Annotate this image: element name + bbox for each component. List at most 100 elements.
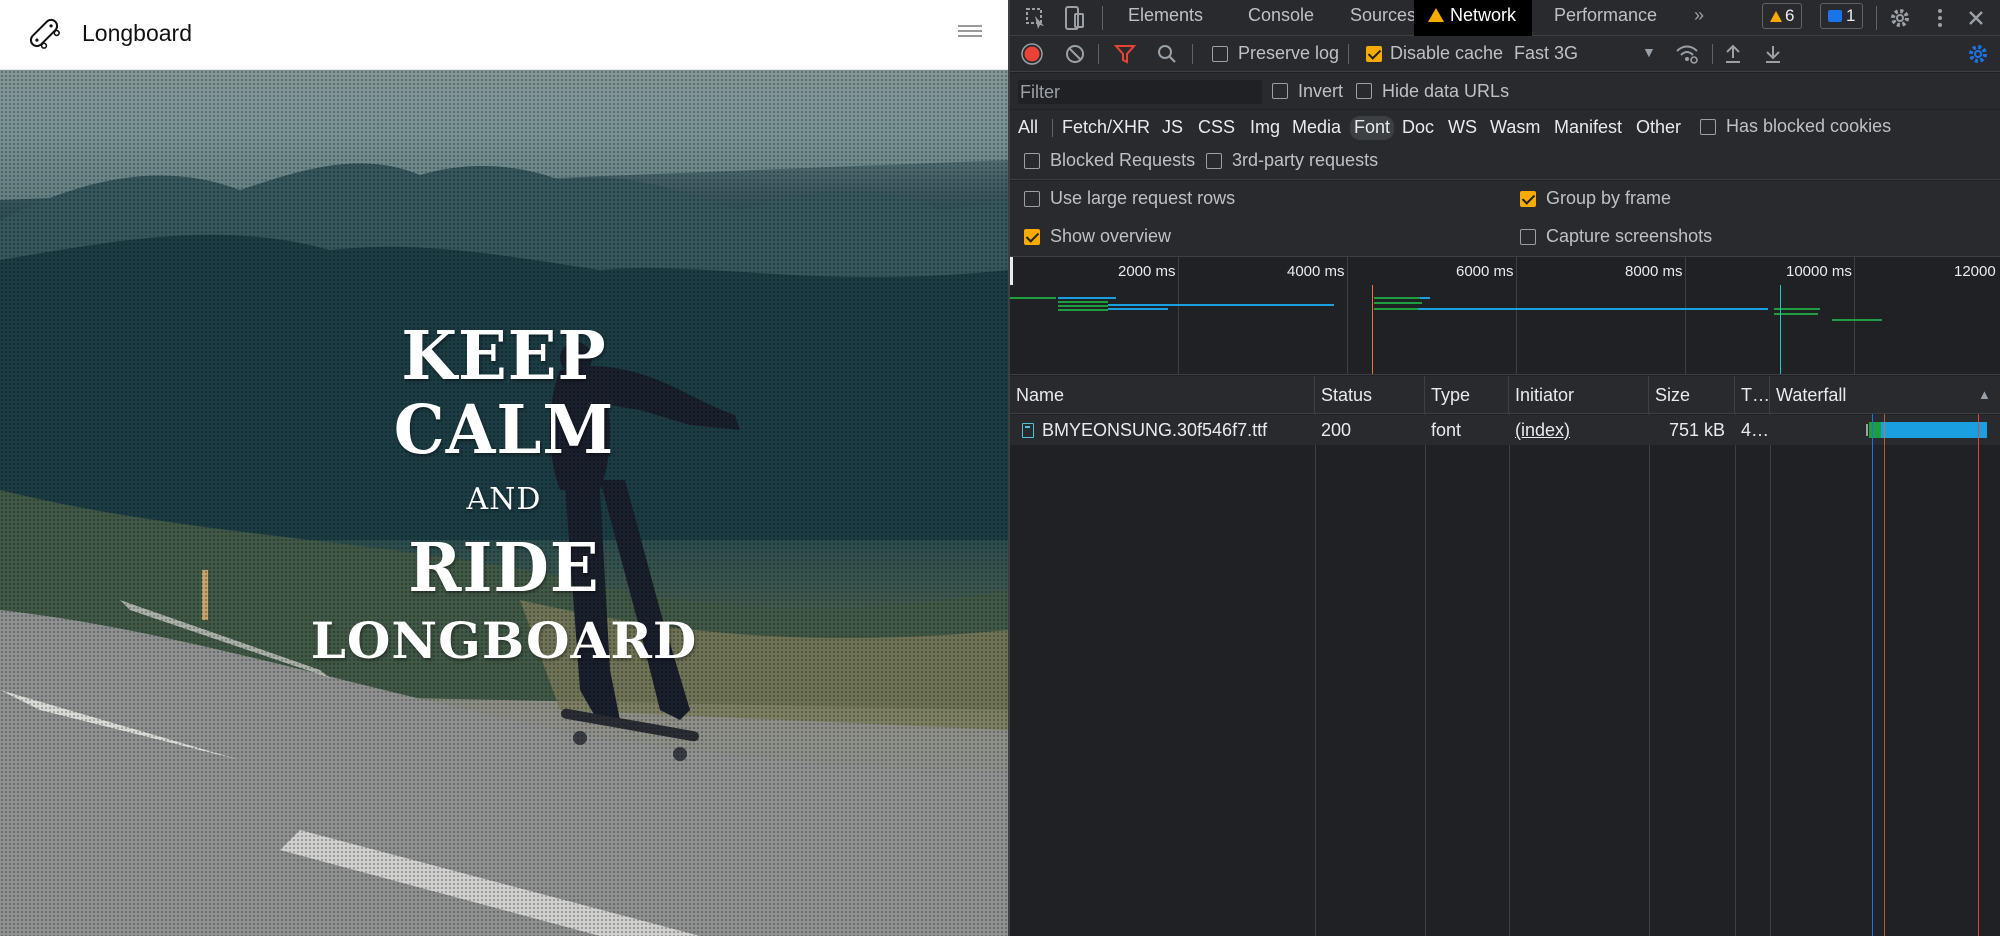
warnings-badge[interactable]: 6 bbox=[1762, 3, 1803, 29]
type-ws[interactable]: WS bbox=[1444, 116, 1481, 140]
import-har-upload-icon[interactable] bbox=[1722, 42, 1744, 66]
device-toolbar-icon[interactable] bbox=[1060, 4, 1088, 32]
record-stop-icon[interactable] bbox=[1020, 42, 1044, 66]
tick-10000: 10000 ms bbox=[1786, 263, 1852, 280]
tick-4000: 4000 ms bbox=[1287, 263, 1345, 280]
messages-badge[interactable]: 1 bbox=[1820, 3, 1864, 29]
settings-gear-icon[interactable] bbox=[1886, 4, 1914, 32]
column-status[interactable]: Status bbox=[1315, 376, 1425, 414]
third-party-checkbox[interactable] bbox=[1206, 153, 1222, 169]
column-waterfall[interactable]: Waterfall ▲ bbox=[1770, 376, 2000, 414]
capture-screenshots-checkbox[interactable] bbox=[1520, 229, 1536, 245]
blocked-requests-label[interactable]: Blocked Requests bbox=[1050, 150, 1195, 171]
throttling-select[interactable]: Fast 3G ▼ bbox=[1514, 36, 1664, 72]
type-js[interactable]: JS bbox=[1158, 116, 1187, 140]
brand-name[interactable]: Longboard bbox=[82, 20, 192, 47]
invert-label[interactable]: Invert bbox=[1298, 81, 1343, 102]
warnings-count: 6 bbox=[1785, 6, 1795, 25]
skateboard-logo-icon[interactable] bbox=[24, 13, 64, 53]
type-other[interactable]: Other bbox=[1632, 116, 1685, 140]
preserve-log-label[interactable]: Preserve log bbox=[1238, 43, 1339, 64]
disable-cache-label[interactable]: Disable cache bbox=[1390, 43, 1503, 64]
disable-cache-checkbox[interactable] bbox=[1366, 46, 1382, 62]
request-type: font bbox=[1431, 420, 1462, 440]
requests-table-header: Name Status Type Initiator Size T… Water… bbox=[1010, 376, 2000, 414]
third-party-label[interactable]: 3rd-party requests bbox=[1232, 150, 1378, 171]
hide-data-urls-checkbox[interactable] bbox=[1356, 83, 1372, 99]
site-header: Longboard bbox=[0, 0, 1008, 70]
large-rows-label[interactable]: Use large request rows bbox=[1050, 188, 1235, 209]
filter-funnel-icon[interactable] bbox=[1114, 43, 1136, 65]
tick-2000: 2000 ms bbox=[1118, 263, 1176, 280]
large-rows-checkbox[interactable] bbox=[1024, 191, 1040, 207]
type-img[interactable]: Img bbox=[1246, 116, 1284, 140]
invert-checkbox[interactable] bbox=[1272, 83, 1288, 99]
search-icon[interactable] bbox=[1156, 43, 1178, 65]
type-doc[interactable]: Doc bbox=[1398, 116, 1438, 140]
more-options-kebab-icon[interactable] bbox=[1926, 4, 1954, 32]
filter-bar: Invert Hide data URLs bbox=[1010, 73, 2000, 109]
warning-icon bbox=[1770, 11, 1782, 22]
slogan-keep: KEEP bbox=[401, 317, 607, 396]
hero-slogan: KEEP CALM AND RIDE LONGBOARD bbox=[254, 317, 754, 676]
column-waterfall-label: Waterfall bbox=[1776, 385, 1847, 405]
type-manifest[interactable]: Manifest bbox=[1550, 116, 1626, 140]
table-row[interactable]: BMYEONSUNG.30f546f7.ttf 200 font (index)… bbox=[1010, 415, 2000, 445]
tab-console[interactable]: Console bbox=[1232, 0, 1330, 36]
resource-type-filter: All Fetch/XHR JS CSS Img Media Font Doc … bbox=[1010, 110, 2000, 144]
type-all[interactable]: All bbox=[1014, 116, 1042, 140]
tab-elements[interactable]: Elements bbox=[1112, 0, 1219, 36]
preserve-log-checkbox[interactable] bbox=[1212, 46, 1228, 62]
tick-6000: 6000 ms bbox=[1456, 263, 1514, 280]
blocked-filter-row: Blocked Requests 3rd-party requests bbox=[1010, 144, 2000, 180]
tab-network[interactable]: Network bbox=[1414, 0, 1533, 36]
clear-icon[interactable] bbox=[1064, 43, 1086, 65]
inspect-element-icon[interactable] bbox=[1022, 4, 1050, 32]
tick-8000: 8000 ms bbox=[1625, 263, 1683, 280]
more-tabs-chevron-icon[interactable]: » bbox=[1678, 0, 1720, 36]
close-icon[interactable] bbox=[1962, 4, 1990, 32]
request-size: 751 kB bbox=[1668, 420, 1725, 440]
tab-network-label: Network bbox=[1450, 5, 1517, 25]
show-overview-label[interactable]: Show overview bbox=[1050, 226, 1171, 247]
column-size[interactable]: Size bbox=[1649, 376, 1735, 414]
column-name[interactable]: Name bbox=[1010, 376, 1315, 414]
column-initiator[interactable]: Initiator bbox=[1509, 376, 1649, 414]
messages-count: 1 bbox=[1846, 6, 1856, 25]
slogan-ride: RIDE bbox=[408, 529, 600, 608]
network-settings-pane: Use large request rows Group by frame Sh… bbox=[1010, 181, 2000, 257]
tab-performance[interactable]: Performance bbox=[1538, 0, 1673, 36]
type-wasm[interactable]: Wasm bbox=[1486, 116, 1544, 140]
has-blocked-cookies-checkbox[interactable] bbox=[1700, 119, 1716, 135]
throttling-value: Fast 3G bbox=[1514, 43, 1579, 63]
network-settings-gear-icon[interactable] bbox=[1966, 42, 1990, 66]
has-blocked-cookies-label[interactable]: Has blocked cookies bbox=[1726, 116, 1891, 137]
devtools-panel: Elements Console Sources Network Perform… bbox=[1008, 0, 2000, 936]
type-font[interactable]: Font bbox=[1350, 116, 1395, 140]
group-by-frame-checkbox[interactable] bbox=[1520, 191, 1536, 207]
network-overview-timeline[interactable]: 2000 ms 4000 ms 6000 ms 8000 ms 10000 ms… bbox=[1010, 257, 2000, 375]
column-type[interactable]: Type bbox=[1425, 376, 1509, 414]
show-overview-checkbox[interactable] bbox=[1024, 229, 1040, 245]
warning-icon bbox=[1428, 8, 1444, 22]
hide-data-urls-label[interactable]: Hide data URLs bbox=[1382, 81, 1509, 102]
request-initiator-link[interactable]: (index) bbox=[1509, 415, 1649, 445]
blocked-requests-checkbox[interactable] bbox=[1024, 153, 1040, 169]
hamburger-menu-icon[interactable] bbox=[958, 22, 982, 42]
column-time[interactable]: T… bbox=[1735, 376, 1770, 414]
slogan-and: AND bbox=[466, 482, 542, 517]
filter-input[interactable] bbox=[1018, 80, 1262, 104]
request-waterfall bbox=[1770, 415, 2000, 445]
type-fetch-xhr[interactable]: Fetch/XHR bbox=[1058, 116, 1154, 140]
export-har-download-icon[interactable] bbox=[1762, 42, 1784, 66]
group-by-frame-label[interactable]: Group by frame bbox=[1546, 188, 1671, 209]
network-conditions-wifi-icon[interactable] bbox=[1674, 42, 1700, 66]
devtools-tabbar: Elements Console Sources Network Perform… bbox=[1010, 0, 2000, 36]
type-media[interactable]: Media bbox=[1288, 116, 1345, 140]
tick-12000: 12000 bbox=[1954, 263, 1996, 280]
slogan-calm: CALM bbox=[393, 391, 615, 470]
request-status: 200 bbox=[1321, 420, 1352, 440]
type-css[interactable]: CSS bbox=[1194, 116, 1239, 140]
capture-screenshots-label[interactable]: Capture screenshots bbox=[1546, 226, 1712, 247]
hero-video: KEEP CALM AND RIDE LONGBOARD bbox=[0, 70, 1008, 936]
